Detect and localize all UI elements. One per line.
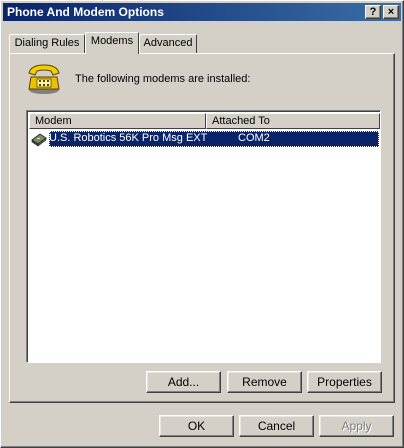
column-header-modem[interactable]: Modem bbox=[29, 113, 206, 129]
add-button[interactable]: Add... bbox=[146, 371, 221, 393]
modems-intro-text: The following modems are installed: bbox=[75, 73, 251, 85]
cancel-button[interactable]: Cancel bbox=[239, 415, 314, 437]
tab-label: Advanced bbox=[143, 37, 193, 49]
properties-button[interactable]: Properties bbox=[307, 371, 382, 393]
window-title: Phone And Modem Options bbox=[7, 5, 164, 19]
tab-label: Dialing Rules bbox=[14, 37, 80, 49]
modem-name: U.S. Robotics 56K Pro Msg EXT bbox=[49, 132, 208, 144]
tab-dialing-rules[interactable]: Dialing Rules bbox=[9, 34, 85, 53]
modems-list[interactable]: Modem Attached To U.S. Robotics 56K Pro … bbox=[26, 110, 381, 363]
close-button[interactable]: × bbox=[383, 5, 399, 19]
tab-label: Modems bbox=[90, 35, 134, 47]
modem-port: COM2 bbox=[238, 132, 270, 144]
modem-icon bbox=[31, 133, 47, 147]
tab-advanced[interactable]: Advanced bbox=[139, 34, 197, 53]
tab-modems[interactable]: Modems bbox=[85, 32, 139, 54]
telephone-icon bbox=[28, 64, 60, 94]
help-button[interactable]: ? bbox=[365, 5, 381, 19]
apply-button[interactable]: Apply bbox=[319, 415, 394, 437]
column-header-attached-to[interactable]: Attached To bbox=[206, 113, 380, 129]
list-header: Modem Attached To bbox=[29, 113, 380, 129]
dialog-window: Phone And Modem Options ? × Dialing Rule… bbox=[0, 0, 404, 448]
remove-button[interactable]: Remove bbox=[227, 371, 302, 393]
list-item[interactable]: U.S. Robotics 56K Pro Msg EXT COM2 bbox=[29, 131, 379, 147]
ok-button[interactable]: OK bbox=[159, 415, 234, 437]
title-bar[interactable]: Phone And Modem Options ? × bbox=[3, 3, 401, 21]
